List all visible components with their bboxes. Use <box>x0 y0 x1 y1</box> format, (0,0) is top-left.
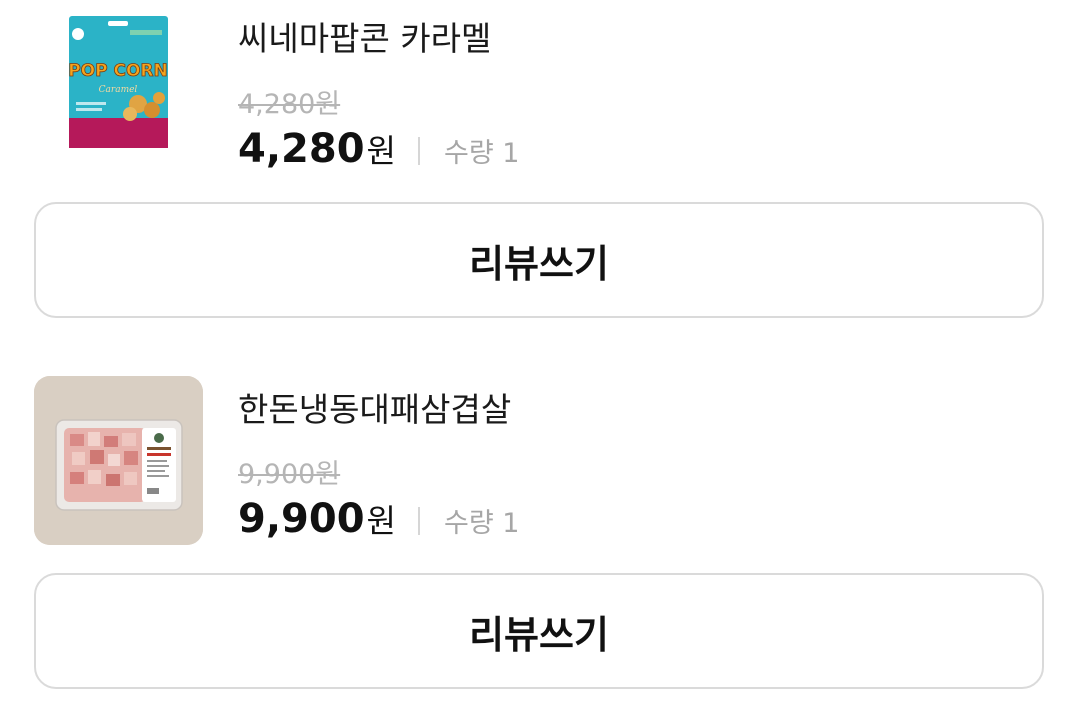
original-price: 4,280원 <box>238 89 341 120</box>
package-title: POP CORN <box>68 61 168 81</box>
price-unit: 원 <box>366 502 396 540</box>
frozen-pork-belly-tray-image <box>34 376 203 545</box>
quantity-label: 수량 1 <box>443 138 520 169</box>
product-thumbnail[interactable] <box>34 376 203 545</box>
sale-price: 9,900 <box>238 496 365 542</box>
product-thumbnail[interactable]: POP CORN Caramel <box>34 0 203 159</box>
write-review-button[interactable]: 리뷰쓰기 <box>34 573 1044 689</box>
product-name: 한돈냉동대패삼겹살 <box>238 390 512 429</box>
caramel-popcorn-package-image: POP CORN Caramel <box>68 16 168 148</box>
divider <box>417 507 420 535</box>
divider <box>417 137 420 165</box>
price-row: 9,900 원 수량 1 <box>238 496 519 542</box>
package-subtitle: Caramel <box>99 85 138 95</box>
write-review-button[interactable]: 리뷰쓰기 <box>34 202 1044 318</box>
product-name: 씨네마팝콘 카라멜 <box>238 19 492 58</box>
price-unit: 원 <box>366 132 396 170</box>
price-row: 4,280 원 수량 1 <box>238 126 519 172</box>
original-price: 9,900원 <box>238 459 341 490</box>
sale-price: 4,280 <box>238 126 365 172</box>
quantity-label: 수량 1 <box>443 508 520 539</box>
